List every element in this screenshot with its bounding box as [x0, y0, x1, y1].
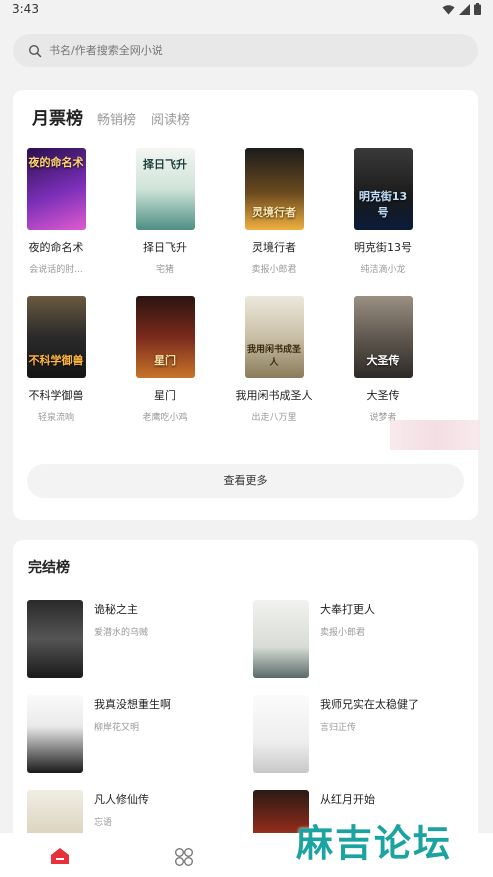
- book-author: 宅猪: [155, 265, 174, 275]
- battery-icon: [474, 3, 481, 15]
- book-item[interactable]: 明克街13号 明克街13号 纯洁滴小龙: [342, 148, 424, 275]
- search-icon: [28, 44, 42, 57]
- ranking-card: 月票榜 畅销榜 阅读榜 夜的命名术 夜的命名术 会说话的肘... 择日飞升 择日…: [13, 90, 478, 520]
- book-author: 卖报小郎君: [320, 628, 366, 638]
- blur-overlay: [390, 420, 480, 450]
- tab-monthly-ticket[interactable]: 月票榜: [32, 104, 83, 129]
- book-title: 择日飞升: [143, 241, 187, 254]
- book-cover: [27, 695, 83, 773]
- book-title: 灵境行者: [252, 241, 296, 254]
- book-title: 我真没想重生啊: [94, 698, 171, 711]
- section-title: 完结榜: [28, 560, 70, 576]
- book-item[interactable]: 不科学御兽 不科学御兽 轻泉流响: [15, 296, 97, 423]
- book-cover: 夜的命名术: [26, 148, 86, 230]
- book-item[interactable]: 择日飞升 择日飞升 宅猪: [124, 148, 206, 275]
- book-author: 忘语: [94, 818, 113, 828]
- book-cover: 明克街13号: [353, 148, 413, 230]
- book-author: 出走八万里: [251, 413, 297, 423]
- category-icon[interactable]: [174, 847, 194, 867]
- book-title: 星门: [154, 389, 176, 402]
- book-cover: 择日飞升: [135, 148, 195, 230]
- book-item[interactable]: 大圣传 大圣传 说梦者: [342, 296, 424, 423]
- book-cover: [27, 600, 83, 678]
- book-author: 爱潜水的乌贼: [94, 628, 149, 638]
- book-title: 不科学御兽: [28, 389, 84, 402]
- book-author: 卖报小郎君: [251, 265, 297, 275]
- book-title: 明克街13号: [354, 241, 412, 254]
- book-item[interactable]: 我用闲书成圣人 我用闲书成圣人 出走八万里: [233, 296, 315, 423]
- finished-book-item[interactable]: 诡秘之主 爱潜水的乌贼: [27, 600, 227, 680]
- book-author: 言归正传: [320, 723, 357, 733]
- book-item[interactable]: 星门 星门 老鹰吃小鸡: [124, 296, 206, 423]
- book-cover: 星门: [135, 296, 195, 378]
- tab-bestseller[interactable]: 畅销榜: [97, 109, 136, 128]
- book-cover: 我用闲书成圣人: [244, 296, 304, 378]
- book-title: 大圣传: [366, 389, 400, 402]
- finished-book-item[interactable]: 我真没想重生啊 柳岸花又明: [27, 695, 227, 775]
- status-icons: [442, 3, 481, 15]
- search-bar[interactable]: [13, 34, 478, 67]
- status-time: 3:43: [12, 2, 39, 16]
- book-cover: [253, 695, 309, 773]
- wifi-icon: [442, 4, 455, 14]
- book-author: 会说话的肘...: [29, 265, 83, 275]
- finished-book-item[interactable]: 大奉打更人 卖报小郎君: [253, 600, 453, 680]
- book-author: 纯洁滴小龙: [360, 265, 406, 275]
- book-cover: 大圣传: [353, 296, 413, 378]
- book-title: 大奉打更人: [320, 603, 375, 616]
- finished-book-item[interactable]: 我师兄实在太稳健了 言归正传: [253, 695, 453, 775]
- book-cover: [253, 600, 309, 678]
- book-item[interactable]: 灵境行者 灵境行者 卖报小郎君: [233, 148, 315, 275]
- view-more-button[interactable]: 查看更多: [27, 464, 464, 498]
- status-bar: 3:43: [0, 0, 493, 20]
- tab-reading[interactable]: 阅读榜: [151, 109, 190, 128]
- book-cover: 不科学御兽: [26, 296, 86, 378]
- book-cover: 灵境行者: [244, 148, 304, 230]
- book-title: 我用闲书成圣人: [235, 389, 313, 402]
- book-title: 夜的命名术: [28, 241, 84, 254]
- home-icon[interactable]: [50, 847, 70, 865]
- ranking-tabs: 月票榜 畅销榜 阅读榜: [32, 104, 205, 129]
- book-author: 柳岸花又明: [94, 723, 140, 733]
- book-title: 凡人修仙传: [94, 793, 149, 806]
- book-title: 从红月开始: [320, 793, 375, 806]
- book-author: 老鹰吃小鸡: [142, 413, 188, 423]
- book-author: 轻泉流响: [37, 413, 74, 423]
- watermark: 麻吉论坛: [296, 822, 452, 865]
- signal-icon: [459, 3, 470, 15]
- book-title: 我师兄实在太稳健了: [320, 698, 419, 711]
- search-input[interactable]: [47, 43, 451, 58]
- book-item[interactable]: 夜的命名术 夜的命名术 会说话的肘...: [15, 148, 97, 275]
- book-title: 诡秘之主: [94, 603, 138, 616]
